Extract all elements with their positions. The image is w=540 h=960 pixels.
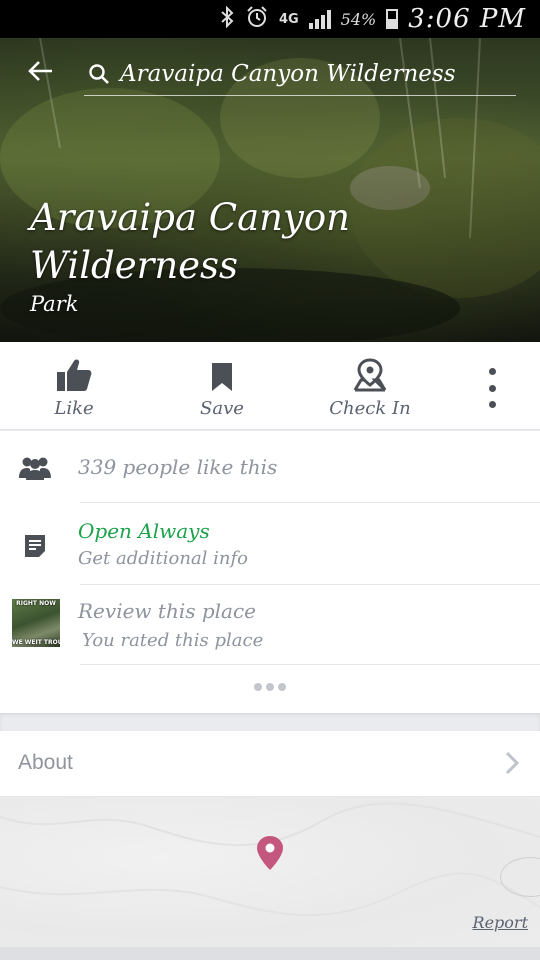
back-button[interactable] xyxy=(0,38,80,104)
bottom-strip xyxy=(0,947,540,960)
location-map[interactable]: Report xyxy=(0,797,540,947)
more-options-button[interactable] xyxy=(480,368,504,408)
search-query: Aravaipa Canyon Wilderness xyxy=(120,60,456,87)
save-button[interactable]: Save xyxy=(182,342,262,430)
about-title: About xyxy=(18,751,73,774)
battery-icon xyxy=(386,9,399,29)
save-label: Save xyxy=(200,398,244,419)
network-type: 4G xyxy=(278,11,299,27)
signal-icon xyxy=(308,9,331,29)
alarm-icon xyxy=(245,5,269,34)
like-label: Like xyxy=(54,398,94,419)
like-button[interactable]: Like xyxy=(34,342,114,430)
bluetooth-icon xyxy=(219,5,235,33)
page-title: Aravaipa Canyon Wilderness xyxy=(30,196,350,287)
more-dot-icon xyxy=(488,384,496,392)
ellipsis-dot-icon xyxy=(254,683,262,691)
check-in-label: Check In xyxy=(329,398,411,419)
search-icon xyxy=(89,63,109,84)
battery-percent: 54% xyxy=(340,9,377,29)
check-in-button[interactable]: Check In xyxy=(320,342,420,430)
more-dot-icon xyxy=(488,401,496,408)
hours-subtext: Get additional info xyxy=(78,548,248,569)
more-dot-icon xyxy=(488,368,496,375)
search-bar[interactable]: Aravaipa Canyon Wilderness xyxy=(84,52,516,96)
status-bar: 4G 54% 3:06 PM xyxy=(0,0,540,38)
likes-row[interactable]: 339 people like this xyxy=(0,431,540,503)
cover-photo[interactable]: Aravaipa Canyon Wilderness Aravaipa Cany… xyxy=(0,38,540,342)
section-divider xyxy=(0,713,540,731)
bookmark-icon xyxy=(212,363,232,391)
review-thumbnail: RIGHT NOW WE WEIT TROUBLE xyxy=(12,599,60,647)
map-pin-icon xyxy=(353,358,387,392)
arrow-left-icon xyxy=(28,61,52,81)
location-pin-icon xyxy=(256,835,284,875)
action-bar: Like Save Check In xyxy=(0,342,540,430)
clock: 3:06 PM xyxy=(408,4,526,34)
review-subtext: You rated this place xyxy=(82,630,264,651)
ellipsis-dot-icon xyxy=(278,683,286,691)
hours-status: Open Always xyxy=(78,519,210,543)
chevron-right-icon xyxy=(504,751,520,779)
thumbs-up-icon xyxy=(57,359,92,391)
about-section-header[interactable]: About xyxy=(0,731,540,797)
review-prompt: Review this place xyxy=(78,599,256,623)
page-category[interactable]: Park xyxy=(30,292,78,316)
likes-count: 339 people like this xyxy=(78,455,278,479)
more-info-button[interactable] xyxy=(0,683,540,691)
people-icon xyxy=(19,457,51,480)
info-note-icon xyxy=(25,535,45,557)
review-row[interactable]: RIGHT NOW WE WEIT TROUBLE Review this pl… xyxy=(0,585,540,665)
ellipsis-dot-icon xyxy=(266,683,274,691)
info-list: 339 people like this Open Always Get add… xyxy=(0,431,540,713)
report-link[interactable]: Report xyxy=(473,913,528,932)
hours-row[interactable]: Open Always Get additional info xyxy=(0,503,540,585)
